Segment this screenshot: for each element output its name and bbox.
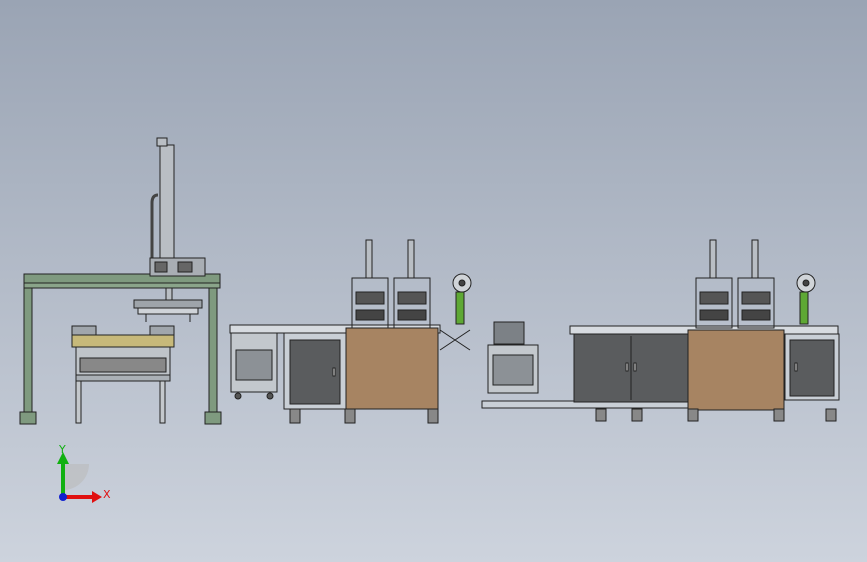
foot-a3 bbox=[427, 408, 439, 424]
label-applicator-a bbox=[455, 291, 465, 325]
gantry-right-post bbox=[208, 287, 218, 413]
press-base-a bbox=[345, 327, 439, 410]
foot-b2 bbox=[631, 408, 643, 422]
foot-b3 bbox=[687, 408, 699, 422]
gantry-left-foot bbox=[19, 411, 37, 425]
press-unit-a2-ram bbox=[407, 239, 415, 279]
cabinet-b-side-handle bbox=[794, 362, 798, 372]
gantry-rail bbox=[23, 282, 221, 289]
x-axis-label: X bbox=[103, 488, 111, 501]
gantry-right-foot bbox=[204, 411, 222, 425]
label-reel-a-hub bbox=[458, 279, 466, 287]
cad-viewport[interactable]: Y X bbox=[0, 0, 867, 562]
press-unit-b1-die-top bbox=[699, 291, 729, 305]
tray-base bbox=[75, 374, 171, 382]
press-unit-b2-die-bottom bbox=[741, 309, 771, 321]
foot-b5 bbox=[825, 408, 837, 422]
foot-a2 bbox=[344, 408, 356, 424]
gripper-rod bbox=[165, 287, 173, 301]
feeder-cart-a-wheel-left bbox=[234, 392, 242, 400]
gantry-left-post bbox=[23, 287, 33, 413]
carriage-motor bbox=[154, 261, 168, 273]
gripper-fingers bbox=[137, 307, 199, 315]
assembly-drawing: Y X bbox=[0, 0, 867, 562]
tray-clamp-left bbox=[71, 325, 97, 336]
z-axis-column bbox=[159, 144, 175, 271]
transfer-cart-window bbox=[492, 354, 534, 386]
cabinet-b-handle-left bbox=[625, 362, 629, 372]
gripper-plate bbox=[133, 299, 203, 309]
foot-b4 bbox=[773, 408, 785, 422]
press-unit-b1-die-bottom bbox=[699, 309, 729, 321]
tray-leg-left bbox=[75, 380, 82, 424]
foot-a1 bbox=[289, 408, 301, 424]
z-axis-cap bbox=[156, 137, 168, 147]
y-axis-label: Y bbox=[58, 443, 66, 456]
press-unit-b2-ram bbox=[751, 239, 759, 279]
foot-b1 bbox=[595, 408, 607, 422]
label-applicator-b bbox=[799, 291, 809, 325]
press-base-b bbox=[687, 329, 785, 411]
press-unit-a1-die-top bbox=[355, 291, 385, 305]
transfer-robot bbox=[493, 321, 525, 345]
press-unit-a2-die-bottom bbox=[397, 309, 427, 321]
tray-clamp-right bbox=[149, 325, 175, 336]
cabinet-b-handle-right bbox=[633, 362, 637, 372]
tray-table-top bbox=[71, 334, 175, 348]
feeder-cart-a-window bbox=[235, 349, 273, 381]
feeder-cart-a-wheel-right bbox=[266, 392, 274, 400]
press-unit-b1-ram bbox=[709, 239, 717, 279]
press-unit-a1-die-bottom bbox=[355, 309, 385, 321]
tray-parts bbox=[79, 357, 167, 373]
carriage-block bbox=[177, 261, 193, 273]
press-unit-a1-ram bbox=[365, 239, 373, 279]
label-reel-b-hub bbox=[802, 279, 810, 287]
cabinet-a-handle bbox=[332, 367, 336, 377]
press-unit-a2-die-top bbox=[397, 291, 427, 305]
press-unit-b2-die-top bbox=[741, 291, 771, 305]
z-axis-dot bbox=[59, 493, 67, 501]
tray-leg-right bbox=[159, 380, 166, 424]
